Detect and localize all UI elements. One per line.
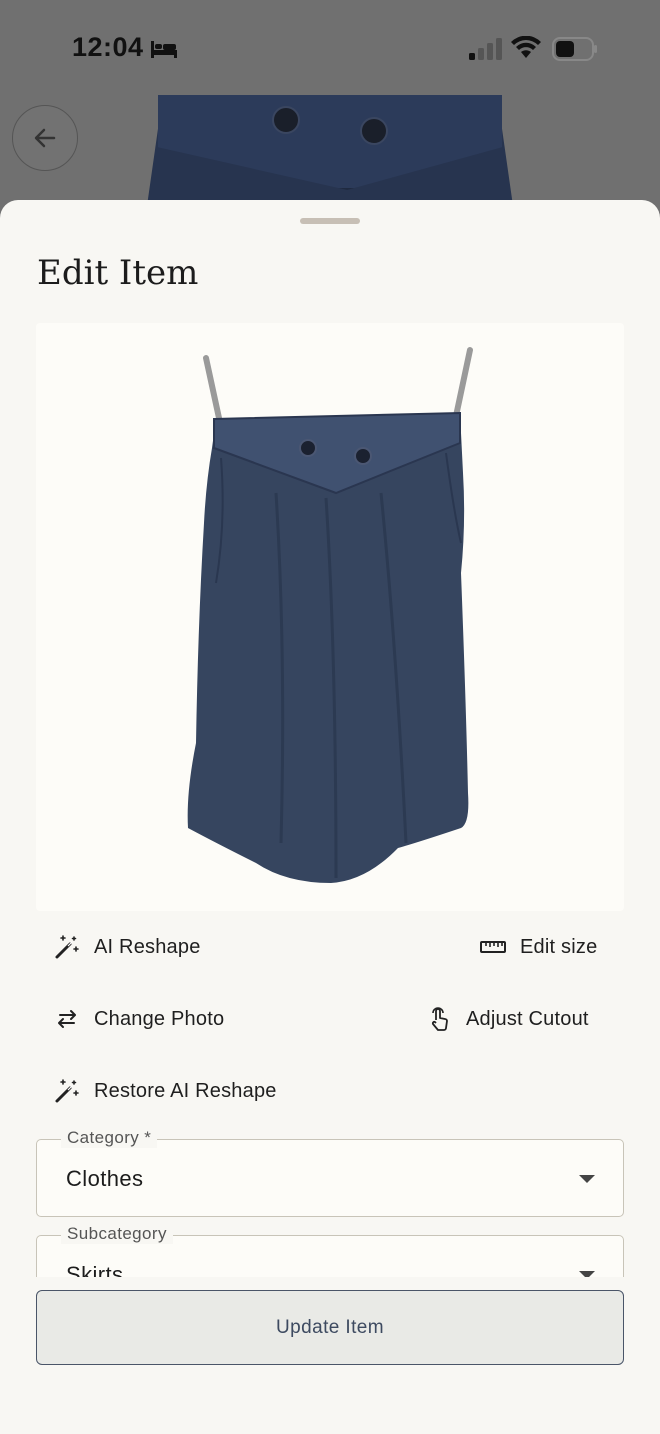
sheet-grabber[interactable] — [300, 218, 360, 224]
update-item-label: Update Item — [276, 1316, 384, 1338]
adjust-cutout-label: Adjust Cutout — [466, 1007, 589, 1030]
cellular-signal-icon — [469, 38, 502, 60]
edit-item-sheet: Edit Item AI Reshape Edit size Change Ph… — [0, 200, 660, 1434]
category-label: Category * — [61, 1128, 158, 1148]
restore-ai-reshape-label: Restore AI Reshape — [94, 1079, 277, 1102]
category-value: Clothes — [66, 1166, 144, 1191]
change-photo-button[interactable]: Change Photo — [54, 999, 224, 1039]
chevron-down-icon — [579, 1175, 595, 1183]
category-select[interactable]: Category * Clothes — [36, 1128, 624, 1217]
status-time: 12:04 — [72, 32, 144, 62]
arrow-left-icon — [34, 128, 56, 148]
change-photo-label: Change Photo — [94, 1007, 225, 1030]
background-button — [272, 106, 300, 134]
update-item-button[interactable]: Update Item — [36, 1290, 624, 1365]
skirt-illustration — [187, 347, 473, 883]
ai-reshape-label: AI Reshape — [94, 935, 201, 958]
magic-wand-icon — [55, 935, 79, 959]
ruler-icon — [480, 941, 506, 953]
edit-size-label: Edit size — [520, 935, 598, 958]
touch-hand-icon — [431, 1007, 448, 1031]
item-image — [36, 323, 624, 911]
magic-wand-icon — [55, 1079, 79, 1103]
ai-reshape-button[interactable]: AI Reshape — [54, 927, 201, 967]
wifi-icon — [511, 36, 541, 58]
edit-size-button[interactable]: Edit size — [480, 927, 597, 967]
battery-icon — [552, 37, 597, 61]
status-bar: 12:04 — [0, 0, 660, 96]
restore-ai-reshape-button[interactable]: Restore AI Reshape — [54, 1071, 277, 1111]
background-button — [360, 117, 388, 145]
back-button[interactable] — [12, 105, 78, 171]
adjust-cutout-button[interactable]: Adjust Cutout — [426, 999, 589, 1039]
subcategory-label: Subcategory — [61, 1224, 173, 1244]
swap-arrows-icon — [58, 1010, 76, 1028]
bed-icon — [151, 41, 177, 58]
page-title: Edit Item — [37, 253, 199, 293]
